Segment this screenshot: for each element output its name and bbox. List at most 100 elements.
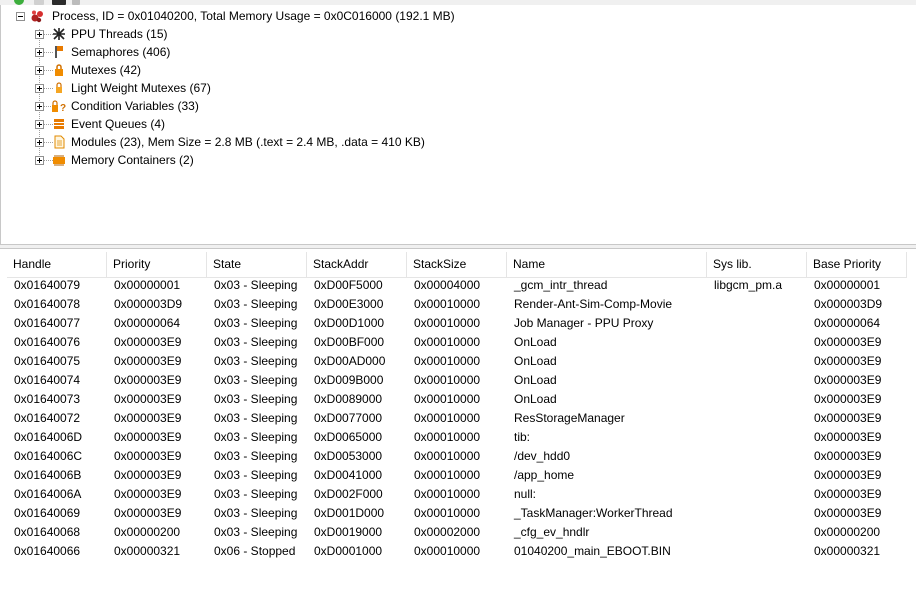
table-row[interactable]: 0x01640066 0x00000321 0x06 - Stopped 0xD000… <box>7 542 907 561</box>
column-header-priority[interactable]: Priority <box>107 252 207 277</box>
cell-priority: 0x00000064 <box>114 316 181 330</box>
tree-node-modules[interactable]: Modules (23), Mem Size = 2.8 MB (.text =… <box>1 133 501 151</box>
cell-state: 0x03 - Sleeping <box>214 468 298 482</box>
cell-state: 0x03 - Sleeping <box>214 297 298 311</box>
column-header-handle[interactable]: Handle <box>7 252 107 277</box>
cell-handle: 0x01640078 <box>14 297 81 311</box>
cell-stackaddr: 0xD00E3000 <box>314 297 384 311</box>
cell-name: /app_home <box>514 468 575 482</box>
table-row[interactable]: 0x01640074 0x000003E9 0x03 - Sleeping 0xD00… <box>7 371 907 390</box>
table-row[interactable]: 0x01640069 0x000003E9 0x03 - Sleeping 0xD00… <box>7 504 907 523</box>
cell-state: 0x03 - Sleeping <box>214 449 298 463</box>
column-header-stacksize[interactable]: StackSize <box>407 252 507 277</box>
column-header-syslib[interactable]: Sys lib. <box>707 252 807 277</box>
cell-stacksize: 0x00010000 <box>414 411 481 425</box>
cell-priority: 0x00000321 <box>114 544 181 558</box>
cell-handle: 0x0164006C <box>14 449 83 463</box>
cell-name: _gcm_intr_thread <box>514 278 608 292</box>
cell-handle: 0x01640066 <box>14 544 81 558</box>
cell-state: 0x03 - Sleeping <box>214 278 298 292</box>
tree-root-node[interactable]: Process, ID = 0x01040200, Total Memory U… <box>1 7 501 25</box>
table-row[interactable]: 0x01640075 0x000003E9 0x03 - Sleeping 0xD00… <box>7 352 907 371</box>
event-queue-icon <box>54 119 64 129</box>
cell-name: tib: <box>514 430 531 444</box>
cell-stackaddr: 0xD0065000 <box>314 430 383 444</box>
cell-stackaddr: 0xD0089000 <box>314 392 383 406</box>
column-header-base-priority[interactable]: Base Priority <box>807 252 907 277</box>
tree-node-event-queues[interactable]: Event Queues (4) <box>1 115 401 133</box>
table-row[interactable]: 0x01640072 0x000003E9 0x03 - Sleeping 0xD00… <box>7 409 907 428</box>
table-row[interactable]: 0x01640078 0x000003D9 0x03 - Sleeping 0xD00… <box>7 295 907 314</box>
cell-stackaddr: 0xD00AD000 <box>314 354 386 368</box>
cell-priority: 0x000003E9 <box>114 411 182 425</box>
cell-state: 0x03 - Sleeping <box>214 411 298 425</box>
cell-stackaddr: 0xD0077000 <box>314 411 383 425</box>
expand-toggle[interactable] <box>35 156 44 165</box>
expand-toggle[interactable] <box>35 84 44 93</box>
table-row[interactable]: 0x0164006C 0x000003E9 0x03 - Sleeping 0xD00… <box>7 447 907 466</box>
cell-priority: 0x000003E9 <box>114 392 182 406</box>
expand-toggle[interactable] <box>35 102 44 111</box>
lw-mutex-lock-icon <box>56 82 62 93</box>
cell-state: 0x06 - Stopped <box>214 544 296 558</box>
tree-node-ppu-threads[interactable]: PPU Threads (15) <box>1 25 401 43</box>
cell-stacksize: 0x00002000 <box>414 525 481 539</box>
cell-stacksize: 0x00004000 <box>414 278 481 292</box>
expand-toggle[interactable] <box>35 120 44 129</box>
cell-syslib: libgcm_pm.a <box>714 278 783 292</box>
table-row[interactable]: 0x0164006B 0x000003E9 0x03 - Sleeping 0xD00… <box>7 466 907 485</box>
tree-node-label: Condition Variables (33) <box>71 99 199 113</box>
cell-stacksize: 0x00010000 <box>414 316 481 330</box>
cell-handle: 0x01640079 <box>14 278 81 292</box>
tree-node-mutexes[interactable]: Mutexes (42) <box>1 61 401 79</box>
cell-base-priority: 0x000003E9 <box>814 506 882 520</box>
threads-icon <box>53 28 65 40</box>
tree-node-condition-variables[interactable]: ? Condition Variables (33) <box>1 97 401 115</box>
cell-name: OnLoad <box>514 392 557 406</box>
table-row[interactable]: 0x01640079 0x00000001 0x03 - Sleeping 0xD00… <box>7 276 907 295</box>
cell-stacksize: 0x00010000 <box>414 392 481 406</box>
cell-base-priority: 0x000003E9 <box>814 392 882 406</box>
cell-stackaddr: 0xD0053000 <box>314 449 383 463</box>
cell-stacksize: 0x00010000 <box>414 506 481 520</box>
cell-handle: 0x0164006B <box>14 468 82 482</box>
cell-handle: 0x01640075 <box>14 354 81 368</box>
expand-toggle[interactable] <box>35 66 44 75</box>
cell-name: ResStorageManager <box>514 411 625 425</box>
cell-state: 0x03 - Sleeping <box>214 392 298 406</box>
cell-name: Render-Ant-Sim-Comp-Movie <box>514 297 673 311</box>
module-page-icon <box>54 135 65 149</box>
table-row[interactable]: 0x01640077 0x00000064 0x03 - Sleeping 0xD00… <box>7 314 907 333</box>
tree-node-lw-mutexes[interactable]: Light Weight Mutexes (67) <box>1 79 401 97</box>
cell-stackaddr: 0xD00BF000 <box>314 335 385 349</box>
column-header-state[interactable]: State <box>207 252 307 277</box>
cell-handle: 0x01640069 <box>14 506 81 520</box>
expand-toggle[interactable] <box>35 48 44 57</box>
table-row[interactable]: 0x01640068 0x00000200 0x03 - Sleeping 0xD00… <box>7 523 907 542</box>
table-row[interactable]: 0x01640076 0x000003E9 0x03 - Sleeping 0xD00… <box>7 333 907 352</box>
cell-stackaddr: 0xD0041000 <box>314 468 383 482</box>
table-row[interactable]: 0x0164006A 0x000003E9 0x03 - Sleeping 0xD00… <box>7 485 907 504</box>
cell-handle: 0x01640074 <box>14 373 81 387</box>
cell-handle: 0x01640076 <box>14 335 81 349</box>
cell-name: OnLoad <box>514 335 557 349</box>
cell-base-priority: 0x000003E9 <box>814 411 882 425</box>
collapse-toggle[interactable] <box>16 12 25 21</box>
process-icon <box>31 10 43 23</box>
expand-toggle[interactable] <box>35 30 44 39</box>
cell-name: Job Manager - PPU Proxy <box>514 316 654 330</box>
table-row[interactable]: 0x01640073 0x000003E9 0x03 - Sleeping 0xD00… <box>7 390 907 409</box>
cell-stacksize: 0x00010000 <box>414 335 481 349</box>
tree-node-memory-containers[interactable]: Memory Containers (2) <box>1 151 401 169</box>
cell-handle: 0x01640072 <box>14 411 81 425</box>
expand-toggle[interactable] <box>35 138 44 147</box>
tree-node-semaphores[interactable]: Semaphores (406) <box>1 43 401 61</box>
column-header-name[interactable]: Name <box>507 252 707 277</box>
column-header-stackaddr[interactable]: StackAddr <box>307 252 407 277</box>
cell-name: null: <box>514 487 537 501</box>
cell-stacksize: 0x00010000 <box>414 373 481 387</box>
tree-node-label: Modules (23), Mem Size = 2.8 MB (.text =… <box>71 135 425 149</box>
table-row[interactable]: 0x0164006D 0x000003E9 0x03 - Sleeping 0xD00… <box>7 428 907 447</box>
cell-state: 0x03 - Sleeping <box>214 335 298 349</box>
cell-handle: 0x0164006A <box>14 487 82 501</box>
